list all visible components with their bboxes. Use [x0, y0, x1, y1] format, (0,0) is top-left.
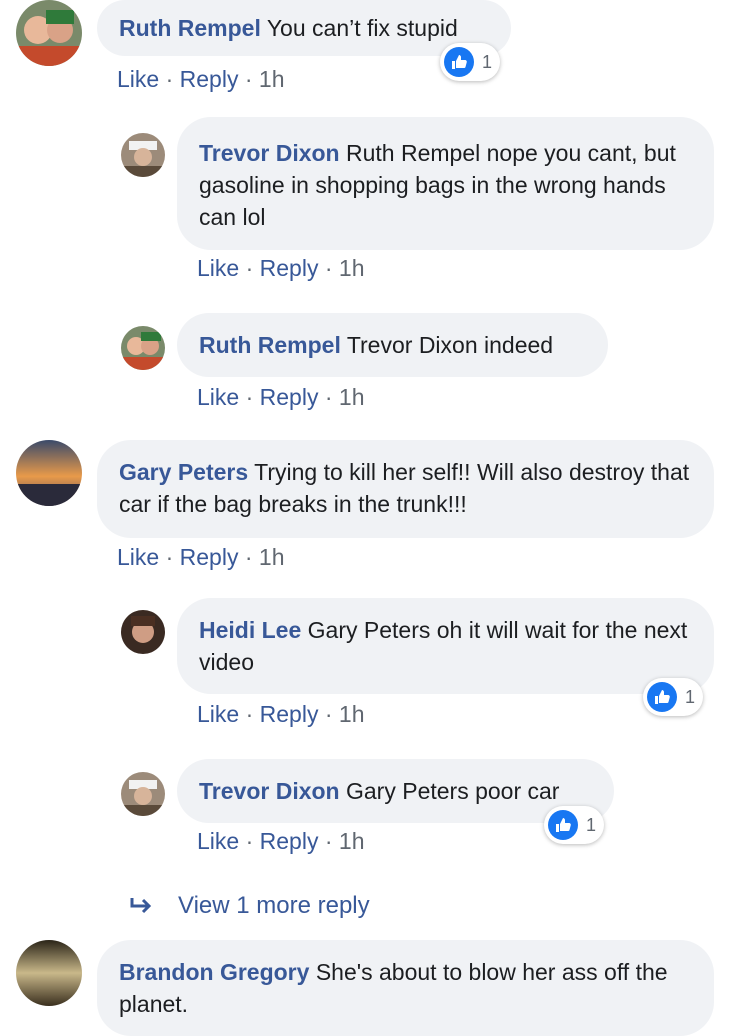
timestamp[interactable]: 1h [339, 828, 365, 854]
comment-actions: Like · Reply · 1h [117, 66, 285, 92]
timestamp[interactable]: 1h [259, 66, 285, 92]
comment-author[interactable]: Heidi Lee [199, 617, 301, 643]
timestamp[interactable]: 1h [339, 701, 365, 727]
reply-link[interactable]: Reply [180, 66, 239, 92]
reaction-count[interactable]: 1 [440, 43, 501, 81]
comment-author[interactable]: Trevor Dixon [199, 778, 340, 804]
reaction-count[interactable]: 1 [643, 678, 704, 716]
comment-author[interactable]: Brandon Gregory [119, 959, 309, 985]
thumbs-up-icon [647, 682, 677, 712]
comment-bubble: Trevor Dixon Ruth Rempel nope you cant, … [177, 117, 714, 250]
like-link[interactable]: Like [197, 701, 239, 727]
reply-link[interactable]: Reply [260, 701, 319, 727]
comment-bubble: Heidi Lee Gary Peters oh it will wait fo… [177, 598, 714, 694]
comment-bubble: Gary Peters Trying to kill her self!! Wi… [97, 440, 714, 538]
like-link[interactable]: Like [197, 255, 239, 281]
timestamp[interactable]: 1h [259, 544, 285, 570]
avatar-heidi-lee[interactable] [121, 610, 165, 654]
like-link[interactable]: Like [197, 828, 239, 854]
avatar-ruth-rempel[interactable] [16, 0, 82, 66]
reply-link[interactable]: Reply [260, 255, 319, 281]
thumbs-up-icon [548, 810, 578, 840]
reply-link[interactable]: Reply [260, 384, 319, 410]
reply-arrow-icon [128, 896, 154, 916]
view-more-replies[interactable]: View 1 more reply [128, 892, 370, 920]
reply-link[interactable]: Reply [180, 544, 239, 570]
comment-bubble: Brandon Gregory She's about to blow her … [97, 940, 714, 1036]
avatar-gary-peters[interactable] [16, 440, 82, 506]
thumbs-up-icon [444, 47, 474, 77]
comment-author[interactable]: Trevor Dixon [199, 140, 340, 166]
comment-text: Gary Peters poor car [346, 778, 560, 804]
view-more-label[interactable]: View 1 more reply [178, 892, 370, 920]
avatar-brandon-gregory[interactable] [16, 940, 82, 1006]
timestamp[interactable]: 1h [339, 255, 365, 281]
avatar-trevor-dixon[interactable] [121, 133, 165, 177]
comment-author[interactable]: Gary Peters [119, 459, 248, 485]
reaction-count[interactable]: 1 [544, 806, 605, 844]
comment-text: Trevor Dixon indeed [346, 332, 554, 358]
comment-actions: Like · Reply · 1h [117, 544, 285, 570]
comment-author[interactable]: Ruth Rempel [199, 332, 341, 358]
comment-actions: Like · Reply · 1h [197, 255, 365, 281]
like-link[interactable]: Like [197, 384, 239, 410]
comment-actions: Like · Reply · 1h [197, 384, 365, 410]
comment-actions: Like · Reply · 1h [197, 828, 365, 854]
like-link[interactable]: Like [117, 66, 159, 92]
like-link[interactable]: Like [117, 544, 159, 570]
comment-actions: Like · Reply · 1h [197, 701, 365, 727]
avatar-trevor-dixon[interactable] [121, 772, 165, 816]
reply-link[interactable]: Reply [260, 828, 319, 854]
timestamp[interactable]: 1h [339, 384, 365, 410]
comment-bubble: Ruth Rempel Trevor Dixon indeed [177, 313, 608, 377]
avatar-ruth-rempel[interactable] [121, 326, 165, 370]
comment-author[interactable]: Ruth Rempel [119, 15, 261, 41]
comment-text: You can’t fix stupid [266, 15, 458, 41]
